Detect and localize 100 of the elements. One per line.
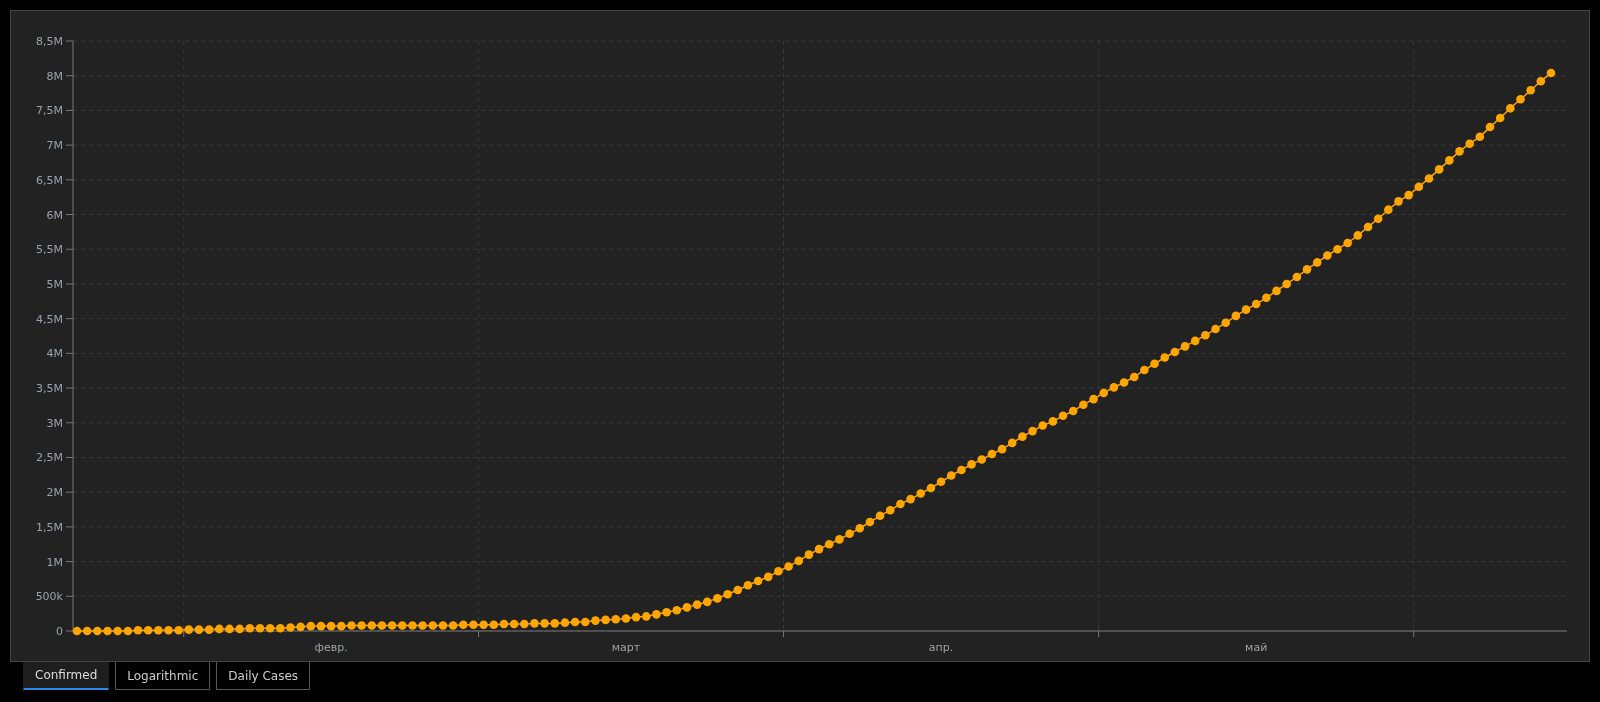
data-point — [1211, 324, 1220, 334]
y-tick-label: 1,5M — [36, 520, 63, 534]
y-tick-label: 2,5M — [36, 451, 63, 465]
data-point — [337, 621, 346, 631]
data-point — [215, 624, 224, 634]
data-point — [1079, 400, 1088, 409]
data-point — [1495, 113, 1505, 123]
data-point — [814, 544, 824, 554]
y-tick-label: 0 — [56, 625, 63, 638]
data-point — [103, 626, 112, 636]
data-point — [946, 471, 956, 480]
tab[interactable]: Daily Cases — [216, 662, 311, 690]
y-tick-label: 4,5M — [36, 312, 63, 326]
data-point — [875, 511, 885, 521]
data-point — [1506, 104, 1515, 113]
data-point — [1536, 76, 1546, 86]
data-point — [438, 621, 448, 630]
data-point — [1404, 190, 1413, 200]
data-point — [1007, 438, 1017, 448]
data-point — [753, 576, 763, 586]
data-point — [1251, 299, 1261, 309]
data-point — [276, 623, 285, 633]
data-point — [570, 617, 580, 627]
data-point — [713, 594, 722, 603]
data-point — [774, 567, 783, 576]
data-point — [1241, 305, 1251, 314]
data-point — [1140, 365, 1149, 375]
data-point — [652, 610, 661, 619]
data-point — [1180, 342, 1190, 351]
data-point — [194, 625, 204, 634]
x-tick-label: февр. — [314, 641, 348, 654]
data-point — [641, 612, 651, 621]
data-point — [1262, 293, 1271, 303]
data-point — [418, 621, 427, 630]
data-point — [916, 489, 926, 498]
data-point — [865, 517, 875, 527]
data-point — [408, 621, 417, 630]
y-tick-label: 8M — [46, 69, 63, 83]
y-tick-label: 6,5M — [36, 173, 63, 187]
data-point — [469, 620, 478, 630]
x-tick-label: апр. — [928, 641, 954, 654]
data-point — [82, 626, 92, 636]
tab[interactable]: Confirmed — [23, 662, 110, 690]
data-point — [885, 505, 895, 515]
data-point — [1190, 336, 1200, 346]
data-point — [448, 621, 458, 630]
data-point — [662, 607, 671, 617]
tab[interactable]: Logarithmic — [115, 662, 211, 690]
data-point — [581, 617, 590, 627]
y-tick-label: 8,5M — [36, 35, 63, 48]
data-point — [1343, 238, 1352, 248]
data-point — [1282, 279, 1291, 289]
data-point — [204, 625, 214, 634]
data-point — [377, 621, 387, 630]
data-point — [1119, 378, 1129, 387]
data-point — [560, 618, 570, 627]
data-point — [1109, 383, 1119, 392]
data-point — [1475, 132, 1485, 142]
y-tick-label: 7,5M — [36, 104, 63, 118]
data-point — [702, 597, 712, 607]
x-tick-label: март — [611, 641, 641, 654]
data-point — [936, 477, 946, 487]
data-point — [509, 619, 519, 629]
data-point — [245, 623, 255, 633]
data-point — [1160, 353, 1169, 362]
data-point — [1516, 95, 1525, 104]
data-point — [398, 621, 407, 630]
data-point — [763, 572, 773, 582]
data-point — [347, 621, 356, 630]
data-point — [1272, 286, 1281, 296]
data-point — [255, 623, 265, 633]
data-point — [164, 626, 173, 635]
data-point — [540, 619, 549, 628]
data-point — [1170, 347, 1180, 357]
data-point — [1068, 406, 1078, 416]
data-point — [1455, 147, 1464, 156]
data-point — [682, 603, 692, 612]
y-tick-label: 3M — [46, 416, 63, 430]
data-point — [133, 626, 143, 635]
data-point — [1302, 265, 1312, 274]
data-point — [520, 619, 529, 629]
data-point — [113, 626, 122, 636]
data-point — [387, 621, 397, 630]
data-point — [1445, 156, 1454, 165]
y-tick-label: 6M — [46, 208, 63, 222]
data-point — [804, 550, 814, 559]
data-point — [611, 614, 621, 624]
data-point — [967, 460, 976, 469]
y-tick-label: 4M — [46, 347, 63, 361]
data-point — [1414, 182, 1424, 192]
data-point — [367, 621, 377, 630]
data-point — [1221, 318, 1230, 328]
data-point — [1231, 311, 1241, 321]
data-point — [845, 529, 854, 539]
data-point — [428, 621, 438, 630]
data-point — [1424, 174, 1434, 183]
data-point — [316, 621, 326, 631]
data-point — [184, 625, 194, 634]
data-point — [530, 619, 539, 628]
data-point — [621, 614, 631, 623]
